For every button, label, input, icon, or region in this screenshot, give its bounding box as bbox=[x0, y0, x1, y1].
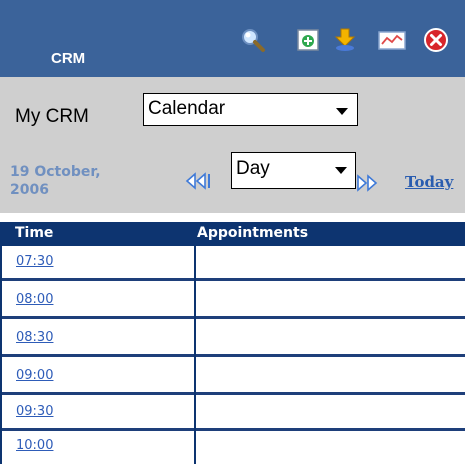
close-icon bbox=[424, 28, 448, 52]
table-header: Time Appointments bbox=[0, 222, 465, 246]
date-line-2: 2006 bbox=[10, 182, 49, 198]
time-slot-link[interactable]: 10:00 bbox=[16, 438, 53, 453]
module-select-value: Calendar bbox=[148, 98, 226, 119]
next-icon bbox=[357, 174, 378, 192]
view-select[interactable]: Day bbox=[231, 152, 356, 189]
view-select-value: Day bbox=[236, 158, 270, 179]
add-icon bbox=[297, 29, 319, 51]
time-slot-link[interactable]: 08:30 bbox=[16, 330, 53, 345]
date-line-1: 19 October, bbox=[10, 164, 101, 180]
next-button[interactable] bbox=[356, 174, 396, 196]
time-slot-link[interactable]: 09:30 bbox=[16, 404, 53, 419]
time-slot-link[interactable]: 08:00 bbox=[16, 292, 53, 307]
today-link[interactable]: Today bbox=[405, 173, 453, 191]
add-button[interactable] bbox=[295, 27, 321, 53]
search-icon bbox=[242, 29, 265, 52]
table-row: 08:30 bbox=[0, 322, 465, 357]
table-row: 08:00 bbox=[0, 284, 465, 319]
appointments-column-header: Appointments bbox=[197, 225, 309, 241]
previous-icon bbox=[185, 172, 210, 190]
report-icon bbox=[378, 31, 406, 50]
table-row: 10:00 bbox=[0, 430, 465, 465]
time-column-header: Time bbox=[15, 225, 54, 241]
download-icon bbox=[334, 28, 356, 51]
module-select[interactable]: Calendar bbox=[143, 93, 358, 126]
close-button[interactable] bbox=[423, 27, 449, 53]
app-title: CRM bbox=[51, 50, 86, 67]
time-slot-link[interactable]: 07:30 bbox=[16, 254, 53, 269]
table-row: 09:30 bbox=[0, 396, 465, 431]
table-row: 09:00 bbox=[0, 360, 465, 395]
report-button[interactable] bbox=[378, 27, 406, 53]
download-button[interactable] bbox=[332, 27, 358, 53]
time-slot-link[interactable]: 09:00 bbox=[16, 368, 53, 383]
table-left-border bbox=[0, 222, 2, 464]
column-divider bbox=[194, 222, 196, 464]
chevron-down-icon bbox=[335, 167, 347, 174]
app-header: CRM bbox=[0, 0, 465, 77]
chevron-down-icon bbox=[336, 108, 348, 115]
search-button[interactable] bbox=[240, 27, 266, 53]
previous-button[interactable] bbox=[185, 172, 225, 194]
table-row: 07:30 bbox=[0, 246, 465, 281]
mycrm-label: My CRM bbox=[15, 106, 89, 127]
current-date: 19 October, 2006 bbox=[10, 163, 101, 199]
